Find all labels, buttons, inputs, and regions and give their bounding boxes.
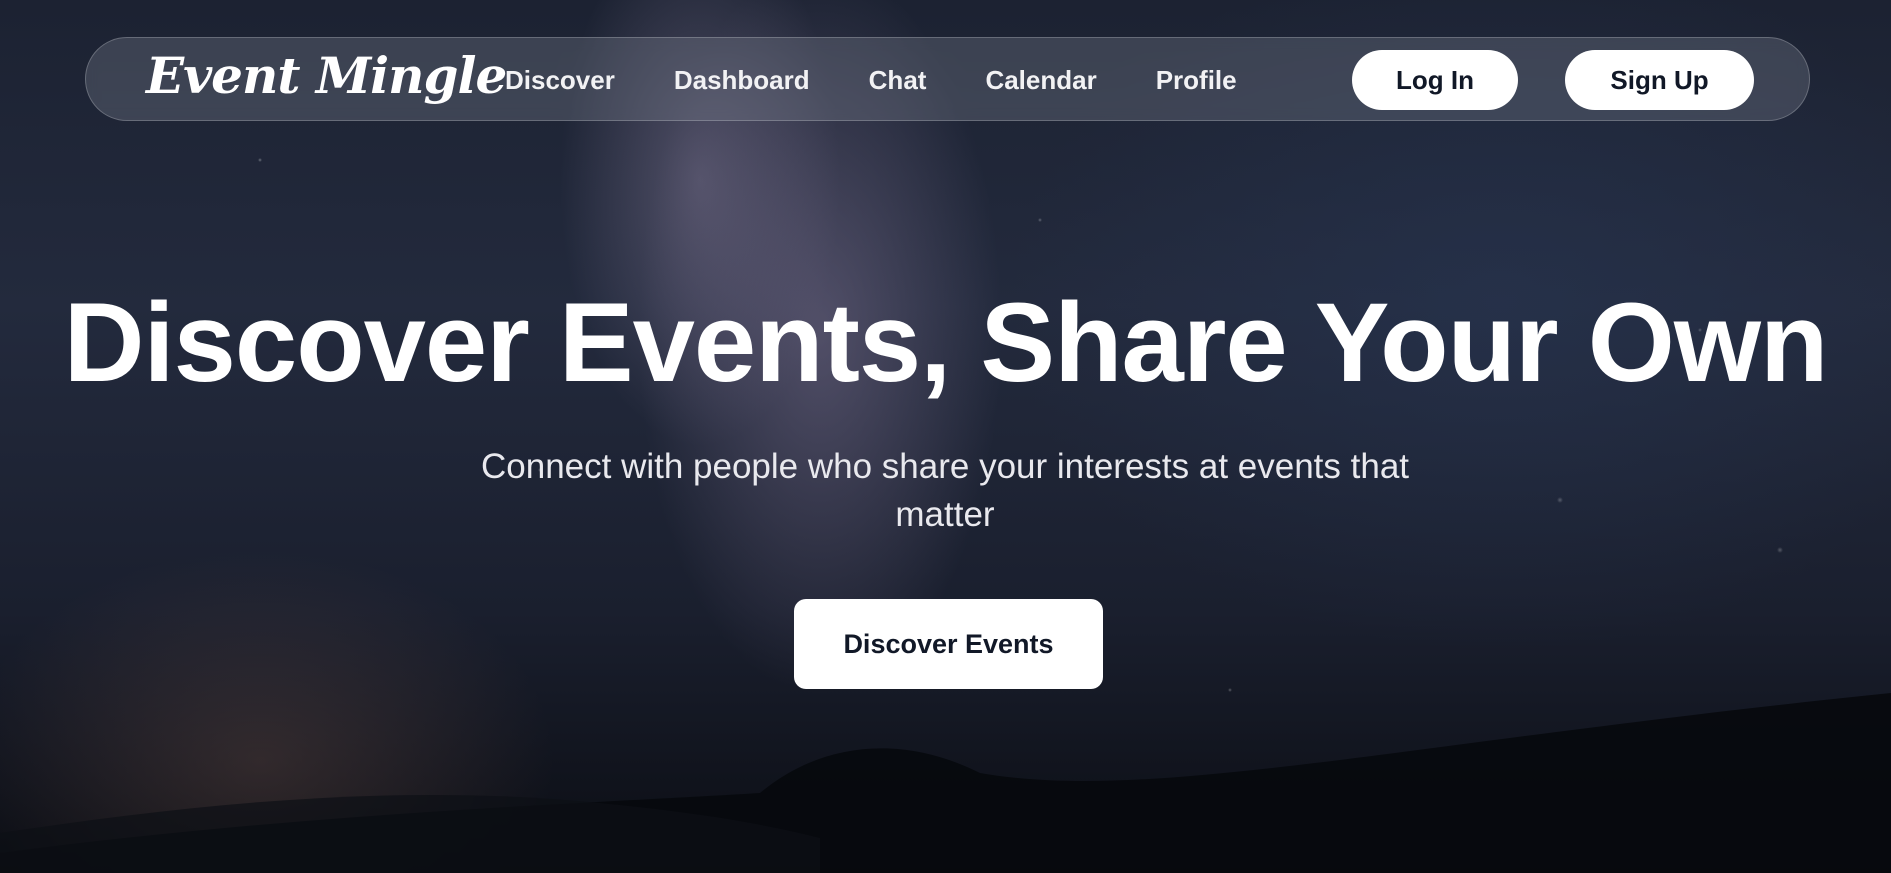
login-button[interactable]: Log In [1352,50,1518,110]
event-mingle-logo[interactable]: Event Mingle [146,46,507,105]
nav-links: Discover Dashboard Chat Calendar Profile [505,38,1296,122]
nav-link-calendar[interactable]: Calendar [985,65,1096,96]
landing-page: Event Mingle Discover Dashboard Chat Cal… [0,0,1891,873]
nav-link-profile[interactable]: Profile [1156,65,1237,96]
hero-title: Discover Events, Share Your Own [63,280,1829,405]
nav-link-chat[interactable]: Chat [869,65,927,96]
nav-link-dashboard[interactable]: Dashboard [674,65,810,96]
top-navbar: Event Mingle Discover Dashboard Chat Cal… [85,37,1810,121]
nav-link-discover[interactable]: Discover [505,65,615,96]
signup-button[interactable]: Sign Up [1565,50,1754,110]
discover-events-button[interactable]: Discover Events [794,599,1103,689]
hero-subtitle: Connect with people who share your inter… [480,447,1410,534]
